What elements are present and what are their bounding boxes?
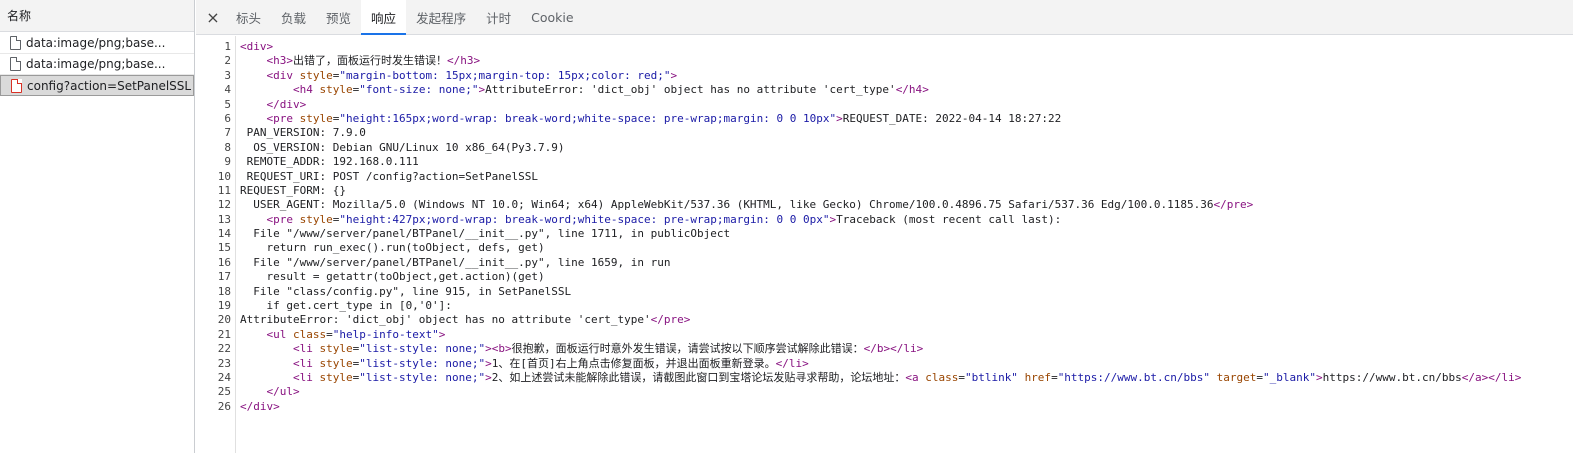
- line-number: 23: [217, 356, 231, 370]
- request-item-name: data:image/png;base...: [26, 36, 166, 50]
- line-number: 24: [217, 370, 231, 384]
- tab-headers[interactable]: 标头: [226, 0, 271, 34]
- code-line: <h4 style="font-size: none;">AttributeEr…: [292, 83, 929, 97]
- code-line: <li style="list-style: none;"><b>很抱歉，面板运…: [292, 342, 924, 356]
- code-line: <h3>出错了，面板运行时发生错误！</h3>: [266, 54, 481, 68]
- detail-tab-bar: × 标头 负载 预览 响应 发起程序 计时 Cookie: [196, 0, 1573, 35]
- request-item-selected[interactable]: config?action=SetPanelSSL: [0, 75, 194, 96]
- line-number: 22: [217, 342, 231, 356]
- code-line: File "class/config.py", line 915, in Set…: [240, 284, 572, 298]
- line-number: 10: [217, 169, 231, 183]
- request-item-name: config?action=SetPanelSSL: [27, 79, 192, 93]
- code-line: AttributeError: 'dict_obj' object has no…: [240, 313, 691, 327]
- line-number: 12: [217, 198, 231, 212]
- tab-cookie[interactable]: Cookie: [521, 0, 583, 34]
- code-line: File "/www/server/panel/BTPanel/__init__…: [240, 255, 671, 269]
- request-item[interactable]: data:image/png;base...: [0, 33, 194, 54]
- code-line: </div>: [266, 97, 307, 111]
- line-number: 11: [217, 183, 231, 197]
- error-document-icon: [11, 79, 22, 93]
- code-line: <pre style="height:165px;word-wrap: brea…: [266, 111, 1062, 125]
- line-number: 15: [217, 241, 231, 255]
- line-number: 1: [224, 40, 231, 53]
- code-line: <li style="list-style: none;">1、在[首页]右上角…: [292, 356, 809, 370]
- line-number: 14: [217, 227, 231, 241]
- response-viewer[interactable]: 1 2 3 4 5 6 7 8 9 10 11 12 13 14 15 16 17 18 19 20 21 22 23 24 2…: [196, 36, 1573, 453]
- tab-response[interactable]: 响应: [361, 0, 407, 35]
- code-line: USER_AGENT: Mozilla/5.0 (Windows NT 10.0…: [240, 198, 1254, 212]
- code-line: </div>: [240, 399, 280, 413]
- code-line: REMOTE_ADDR: 192.168.0.111: [240, 155, 419, 169]
- line-number: 18: [217, 284, 231, 298]
- line-number: 3: [224, 68, 231, 82]
- request-list-pane: 名称 data:image/png;base... data:image/png…: [0, 0, 195, 453]
- line-number: 2: [224, 54, 231, 68]
- tab-initiator[interactable]: 发起程序: [406, 0, 476, 34]
- code-line: <li style="list-style: none;">2、如上述尝试未能解…: [292, 370, 1522, 384]
- line-number: 13: [217, 212, 231, 226]
- line-number: 5: [224, 97, 231, 111]
- line-number: 25: [217, 385, 231, 399]
- line-number: 21: [217, 327, 231, 341]
- code-line: REQUEST_URI: POST /config?action=SetPane…: [240, 169, 539, 183]
- line-number: 6: [224, 111, 231, 125]
- line-number: 16: [217, 255, 231, 269]
- request-item-name: data:image/png;base...: [26, 57, 166, 71]
- code-line: REQUEST_FORM: {}: [240, 183, 346, 197]
- name-column-header[interactable]: 名称: [0, 0, 194, 32]
- code-line: File "/www/server/panel/BTPanel/__init__…: [240, 227, 731, 241]
- request-detail-pane: × 标头 负载 预览 响应 发起程序 计时 Cookie 1 2 3 4 5 6 7 8 9 10…: [196, 0, 1573, 453]
- close-icon[interactable]: ×: [200, 0, 226, 34]
- tab-timing[interactable]: 计时: [476, 0, 521, 34]
- code-line: if get.cert_type in [0,'0']:: [240, 299, 452, 313]
- request-item[interactable]: data:image/png;base...: [0, 54, 194, 75]
- code-line: <div style="margin-bottom: 15px;margin-t…: [266, 68, 678, 82]
- line-number: 4: [224, 83, 231, 97]
- code-line: <ul class="help-info-text">: [266, 327, 446, 341]
- response-source[interactable]: <div> <h3>出错了，面板运行时发生错误！</h3> <div style…: [236, 36, 1573, 453]
- code-line: </ul>: [266, 385, 300, 399]
- code-line: return run_exec().run(toObject, defs, ge…: [240, 241, 545, 255]
- code-line: PAN_VERSION: 7.9.0: [240, 126, 366, 140]
- line-number: 19: [217, 299, 231, 313]
- line-number: 20: [217, 313, 231, 327]
- line-number: 9: [224, 155, 231, 169]
- line-number: 8: [224, 140, 231, 154]
- code-line: <div>: [240, 40, 274, 53]
- line-number: 7: [224, 126, 231, 140]
- document-icon: [10, 57, 21, 71]
- line-number: 26: [217, 399, 231, 413]
- code-line: result = getattr(toObject,get.action)(ge…: [240, 270, 545, 284]
- code-line: <pre style="height:427px;word-wrap: brea…: [266, 212, 1062, 226]
- document-icon: [10, 36, 21, 50]
- line-number-gutter: 1 2 3 4 5 6 7 8 9 10 11 12 13 14 15 16 17 18 19 20 21 22 23 24 2…: [196, 36, 236, 453]
- code-line: OS_VERSION: Debian GNU/Linux 10 x86_64(P…: [240, 140, 565, 154]
- tab-payload[interactable]: 负载: [271, 0, 316, 34]
- line-number: 17: [217, 270, 231, 284]
- tab-preview[interactable]: 预览: [316, 0, 361, 34]
